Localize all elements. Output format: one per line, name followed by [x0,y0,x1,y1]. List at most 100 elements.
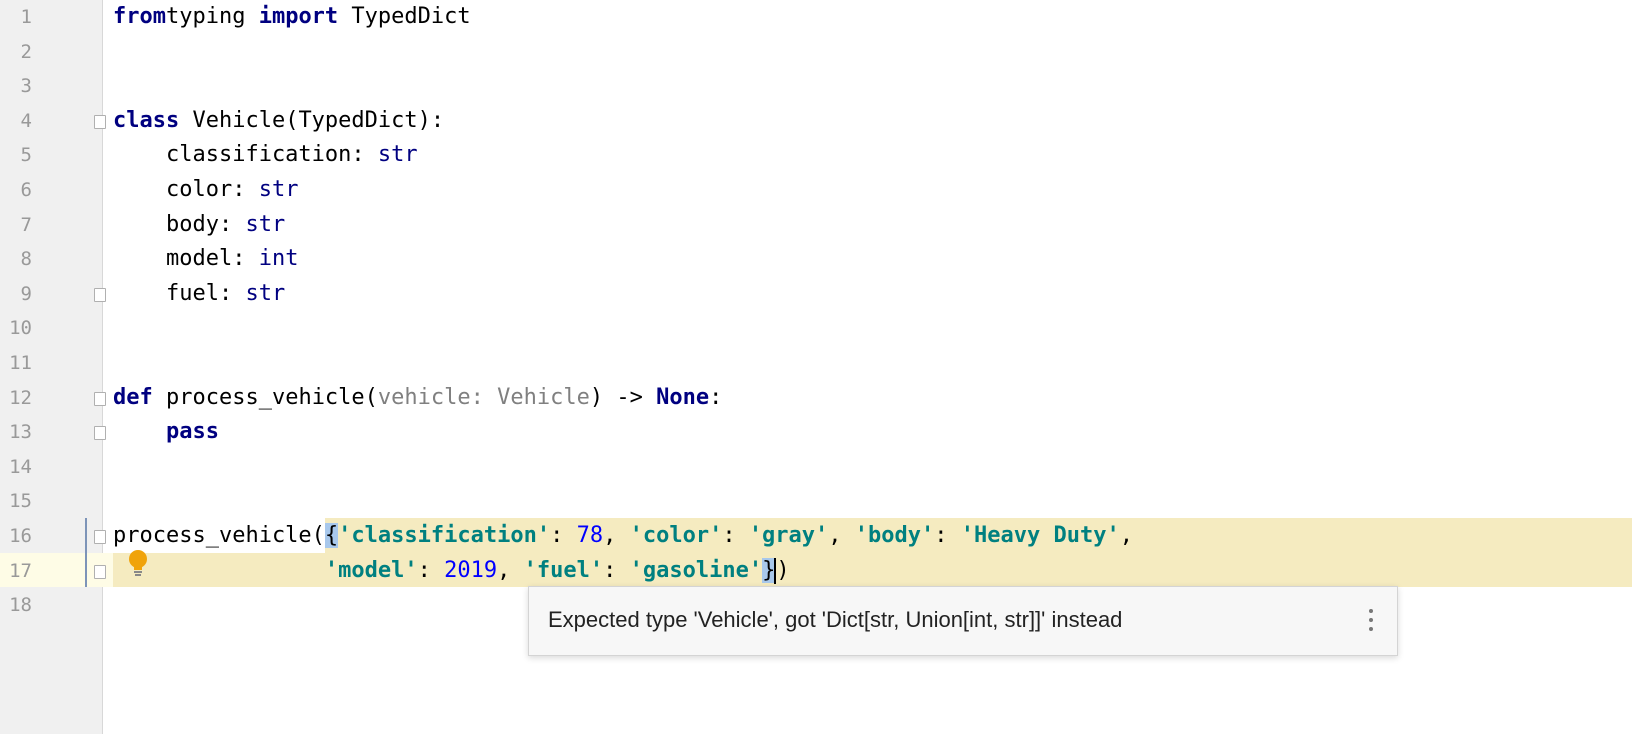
code-token: 'classification' [338,523,551,548]
code-text: fuel: str [113,277,285,312]
code-line[interactable]: 1 fromtyping import TypedDict [0,0,1632,35]
code-token: 'model' [324,557,418,583]
line-number: 11 [9,352,32,374]
code-line[interactable]: 10 [0,311,1632,346]
tooltip-message: Expected type 'Vehicle', got 'Dict[str, … [548,607,1123,632]
fold-collapse-icon[interactable] [94,114,106,129]
code-token: 'Heavy Duty' [960,523,1120,548]
line-number: 4 [20,109,32,132]
code-line[interactable]: 16 process_vehicle({'classification': 78,… [0,519,1632,554]
fold-collapse-icon[interactable] [94,391,106,406]
code-token: body: [113,211,246,237]
code-text: pass [113,415,219,450]
line-number: 8 [20,248,32,271]
line-number: 6 [20,179,32,201]
code-line[interactable]: 9 fuel: str [0,277,1632,312]
code-token: pass [165,419,219,445]
code-token: 2019 [444,557,498,583]
code-line[interactable]: 14 [0,450,1632,485]
code-token: model: [113,246,259,272]
code-token: TypedDict [338,4,471,29]
code-text: 'model': 2019, 'fuel': 'gasoline'}) [113,554,790,589]
code-line[interactable]: 3 [0,69,1632,104]
code-token: 'fuel' [523,557,604,583]
line-number: 12 [9,386,32,409]
code-token: str [258,177,299,202]
code-line[interactable]: 11 [0,346,1632,381]
code-line[interactable]: 6 color: str [0,173,1632,208]
code-text: def process_vehicle(vehicle: Vehicle) ->… [113,381,722,416]
code-line[interactable]: 7 body: str [0,208,1632,243]
line-number: 14 [9,455,32,478]
code-text: process_vehicle({'classification': 78, '… [113,519,1133,554]
code-token: : [709,384,723,410]
code-token: import [258,4,339,29]
code-token: , [1119,523,1133,548]
code-text: body: str [113,208,285,243]
code-text: class Vehicle(TypedDict): [113,104,444,139]
code-token: fuel: [113,280,246,306]
code-token: str [377,142,418,168]
code-token: ) -> [589,384,657,410]
error-tooltip: Expected type 'Vehicle', got 'Dict[str, … [528,586,1398,656]
code-token: , [497,557,524,583]
code-token: process_vehicle( [152,384,378,410]
code-token: : [550,523,577,548]
code-token: 'gasoline' [629,557,763,583]
code-text: color: str [113,173,298,208]
code-token: from [113,4,166,29]
line-number: 1 [20,6,32,28]
code-token: str [245,280,286,306]
code-token: color: [113,177,259,202]
code-token: : [722,523,749,548]
code-token: str [245,211,286,237]
code-text: fromtyping import TypedDict [113,0,471,35]
code-token: } [762,557,776,583]
line-number: 9 [20,282,32,305]
code-token: classification: [113,142,378,168]
fold-end-icon[interactable] [94,426,106,441]
code-token: 78 [576,523,604,548]
code-token: : [603,557,630,583]
line-number: 13 [9,421,32,444]
fold-end-icon[interactable] [94,287,106,302]
code-token: 'body' [854,523,935,548]
code-token: Vehicle(TypedDict): [179,107,445,133]
code-token: vehicle: Vehicle [377,384,590,410]
line-number: 18 [9,594,32,617]
code-token: None [656,384,710,410]
code-token: , [603,523,630,548]
code-line[interactable]: 2 [0,35,1632,70]
code-token: : [417,557,445,583]
line-number: 17 [9,559,32,582]
code-line[interactable]: 12 def process_vehicle(vehicle: Vehicle) … [0,381,1632,416]
code-line[interactable]: 8 model: int [0,242,1632,277]
line-number: 5 [20,144,32,167]
code-line[interactable]: 4 class Vehicle(TypedDict): [0,104,1632,139]
line-number: 10 [9,317,32,340]
code-line[interactable]: 17 'model': 2019, 'fuel': 'gasoline'}) [0,554,1632,589]
code-token: ) [776,557,790,583]
line-number: 3 [20,75,32,98]
code-token: typing [165,4,259,29]
code-line[interactable]: 5 classification: str [0,138,1632,173]
code-token: process_vehicle( [113,523,325,548]
code-text: classification: str [113,138,418,173]
code-token: 'color' [629,523,723,548]
code-token: class [113,107,180,133]
code-token: 'gray' [748,523,829,548]
code-line[interactable]: 13 pass [0,415,1632,450]
code-text: model: int [113,242,298,277]
fold-collapse-icon[interactable] [94,530,106,544]
line-number: 7 [20,213,32,236]
code-token: : [934,523,961,548]
fold-end-icon[interactable] [94,564,106,579]
code-token: , [828,523,855,548]
lightbulb-icon[interactable] [127,549,149,579]
code-token: def [113,384,153,410]
code-token: int [258,246,299,272]
kebab-vertical-icon[interactable] [1367,609,1375,635]
code-token: { [324,523,339,548]
code-line[interactable]: 15 [0,484,1632,519]
